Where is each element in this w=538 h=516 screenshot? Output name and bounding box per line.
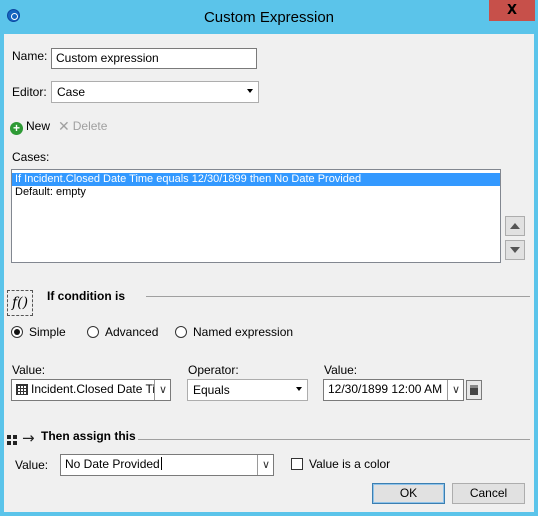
move-down-button[interactable] — [505, 240, 525, 260]
chevron-down-icon — [296, 387, 302, 391]
condition-value2-field[interactable]: 12/30/1899 12:00 AM ∨ — [323, 379, 464, 401]
value-is-color-box — [291, 458, 303, 470]
radio-named-expression[interactable]: Named expression — [175, 325, 293, 339]
case-item-1[interactable]: Default: empty — [12, 186, 500, 199]
arrow-down-icon — [510, 247, 520, 253]
condition-value2-dropdown[interactable]: ∨ — [447, 380, 463, 400]
delete-button-label: Delete — [72, 119, 108, 133]
name-input[interactable]: Custom expression — [51, 48, 257, 69]
cases-label: Cases: — [12, 150, 49, 164]
assign-icon: → — [7, 429, 37, 447]
radio-advanced-indicator — [87, 326, 99, 338]
editor-select-value: Case — [57, 85, 86, 99]
calendar-button[interactable] — [466, 380, 482, 400]
condition-section-title: If condition is — [47, 289, 125, 303]
add-icon: + — [10, 122, 23, 135]
assign-value-text: No Date Provided — [65, 457, 160, 471]
move-up-button[interactable] — [505, 216, 525, 236]
delete-button[interactable]: ✕ Delete — [58, 119, 107, 133]
cases-label-text: Cases: — [12, 150, 50, 164]
cancel-button[interactable]: Cancel — [452, 483, 525, 504]
operator-select[interactable]: Equals — [187, 379, 308, 401]
operator-label: Operator: — [188, 363, 239, 377]
title-bar[interactable]: Custom Expression X — [0, 0, 538, 34]
assign-value-field[interactable]: No Date Provided ∨ — [60, 454, 274, 476]
condition-value2-text: 12/30/1899 12:00 AM — [328, 382, 443, 396]
function-icon: f() — [7, 290, 33, 316]
condition-value-text: Incident.Closed Date Time — [31, 382, 171, 396]
text-caret — [160, 457, 162, 470]
assign-section-title: Then assign this — [41, 429, 136, 443]
condition-value-field[interactable]: Incident.Closed Date Time ∨ — [11, 379, 171, 401]
operator-select-value: Equals — [193, 383, 230, 397]
dialog-body: Name: Custom expression Editor: Case + Ne… — [4, 34, 534, 512]
radio-named-expression-indicator — [175, 326, 187, 338]
radio-simple[interactable]: Simple — [11, 325, 66, 339]
custom-expression-window: Custom Expression X Name: Custom express… — [0, 0, 538, 516]
arrow-right-icon: → — [22, 429, 35, 447]
delete-icon: ✕ — [58, 118, 70, 134]
chevron-down-icon: ∨ — [262, 459, 271, 471]
radio-advanced-label: Advanced — [105, 325, 159, 339]
chevron-down-icon: ∨ — [159, 384, 168, 396]
editor-label: Editor: — [12, 85, 47, 99]
condition-divider — [146, 296, 530, 297]
radio-advanced[interactable]: Advanced — [87, 325, 158, 339]
value-is-color-checkbox[interactable]: Value is a color — [291, 457, 390, 471]
new-button-label: New — [26, 119, 51, 133]
assign-value-dropdown[interactable]: ∨ — [257, 455, 273, 475]
case-item-0[interactable]: If Incident.Closed Date Time equals 12/3… — [12, 173, 500, 186]
window-title: Custom Expression — [203, 9, 335, 26]
condition-value-dropdown[interactable]: ∨ — [154, 380, 170, 400]
ok-button[interactable]: OK — [372, 483, 445, 504]
chevron-down-icon: ∨ — [452, 384, 461, 396]
editor-label-text: Editor: — [12, 85, 47, 99]
new-button[interactable]: + New — [10, 119, 50, 135]
value-is-color-label: Value is a color — [309, 457, 391, 471]
name-label: Name: — [12, 49, 47, 63]
editor-select[interactable]: Case — [51, 81, 259, 103]
property-grid-icon — [16, 384, 28, 395]
condition-value2-label: Value: — [324, 363, 358, 377]
radio-simple-label: Simple — [29, 325, 66, 339]
assign-value-label: Value: — [15, 458, 49, 472]
cases-list[interactable]: If Incident.Closed Date Time equals 12/3… — [11, 169, 501, 263]
assign-divider — [138, 439, 530, 440]
arrow-up-icon — [510, 223, 520, 229]
condition-value-label: Value: — [12, 363, 46, 377]
name-label-text: Name: — [12, 49, 48, 63]
chevron-down-icon — [247, 89, 253, 93]
radio-simple-indicator — [11, 326, 23, 338]
radio-named-expression-label: Named expression — [193, 325, 294, 339]
close-button[interactable]: X — [489, 0, 535, 21]
